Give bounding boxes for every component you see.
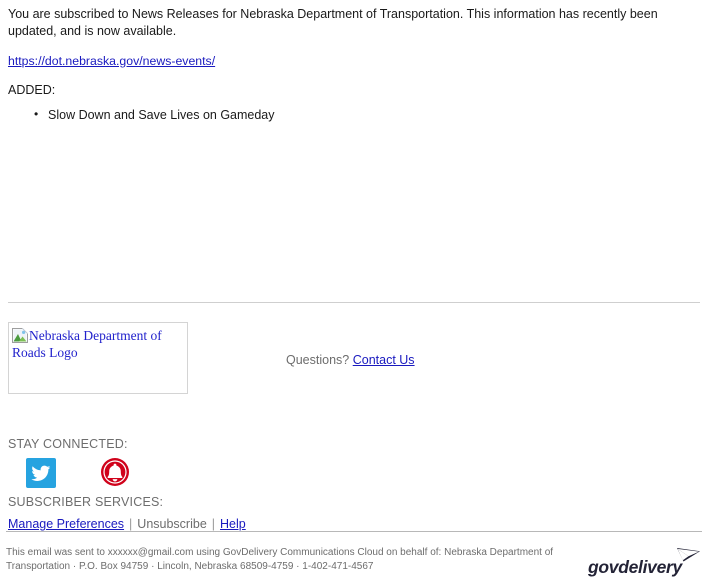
brand-band: Nebraska Department of Roads Logo Questi… (0, 316, 708, 406)
unsubscribe-label[interactable]: Unsubscribe (137, 517, 206, 531)
link-separator-2: | (211, 517, 216, 531)
subscriber-services-section: SUBSCRIBER SERVICES: Manage Preferences |… (8, 494, 428, 533)
questions-label: Questions? (286, 353, 350, 367)
twitter-icon[interactable] (26, 458, 56, 488)
subscriber-services-heading: SUBSCRIBER SERVICES: (8, 495, 164, 509)
footer-bottom-divider (6, 531, 702, 532)
govdelivery-wordmark: govdelivery (588, 557, 684, 577)
manage-preferences-link[interactable]: Manage Preferences (8, 517, 124, 531)
stay-connected-heading: STAY CONNECTED: (8, 437, 128, 451)
agency-logo-alt-text: Nebraska Department of Roads Logo (12, 328, 162, 360)
footer-legal-text: This email was sent to xxxxxx@gmail.com … (6, 546, 566, 574)
added-label: ADDED: (8, 83, 56, 97)
stay-connected-section: STAY CONNECTED: (8, 436, 408, 490)
help-link[interactable]: Help (220, 517, 246, 531)
footer-legal-line-2: Transportation · P.O. Box 94759 · Lincol… (6, 561, 374, 572)
bell-icon[interactable] (100, 457, 130, 487)
email-message-body: You are subscribed to News Releases for … (8, 6, 692, 124)
agency-logo-link[interactable]: Nebraska Department of Roads Logo (8, 322, 188, 394)
intro-paragraph: You are subscribed to News Releases for … (8, 7, 658, 38)
added-items-list: Slow Down and Save Lives on Gameday (8, 105, 692, 124)
contact-us-link[interactable]: Contact Us (353, 353, 415, 367)
footer-legal-line-1: This email was sent to xxxxxx@gmail.com … (6, 547, 554, 558)
social-icon-row (26, 458, 408, 490)
broken-image-icon (12, 328, 28, 343)
news-events-link[interactable]: https://dot.nebraska.gov/news-events/ (8, 53, 215, 69)
broken-image-alt-block: Nebraska Department of Roads Logo (12, 327, 185, 361)
govdelivery-logo: govdelivery (587, 547, 702, 577)
footer-top-divider (8, 302, 700, 303)
list-item: Slow Down and Save Lives on Gameday (34, 105, 692, 124)
link-separator-1: | (129, 517, 133, 531)
questions-contact-block: Questions? Contact Us (286, 352, 415, 368)
